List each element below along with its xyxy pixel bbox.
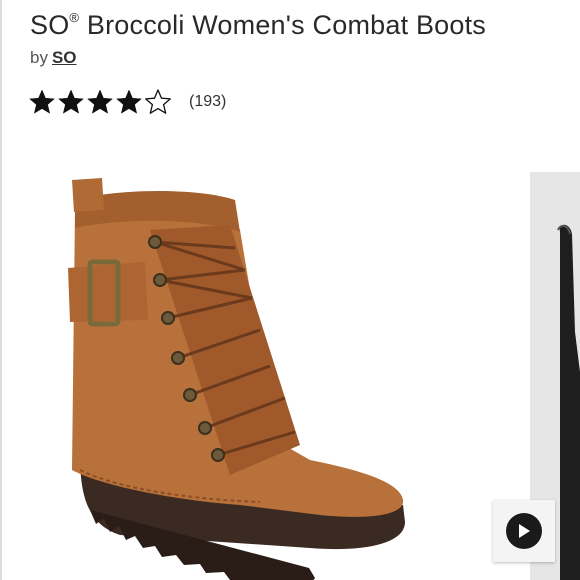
rating-count[interactable]: (193) (189, 93, 226, 111)
left-border (0, 0, 2, 580)
byline: by SO (30, 48, 77, 68)
star-filled-icon (116, 89, 142, 114)
star-filled-icon (29, 89, 55, 114)
title-brand: SO (30, 10, 70, 40)
star-empty-icon (145, 89, 171, 114)
product-title: SO® Broccoli Women's Combat Boots (30, 10, 486, 41)
boot-buckle-strap (68, 262, 148, 322)
by-label: by (30, 48, 48, 67)
star-filled-icon (58, 89, 84, 114)
registered-mark: ® (69, 10, 80, 25)
stars-container (28, 88, 173, 116)
boot-pull-tab (72, 178, 104, 212)
title-text: Broccoli Women's Combat Boots (79, 10, 487, 40)
product-image[interactable] (60, 170, 420, 580)
brand-link[interactable]: SO (52, 48, 77, 67)
play-video-button[interactable] (493, 500, 555, 562)
play-icon (506, 513, 542, 549)
star-filled-icon (87, 89, 113, 114)
star-rating[interactable]: (193) (28, 88, 226, 116)
